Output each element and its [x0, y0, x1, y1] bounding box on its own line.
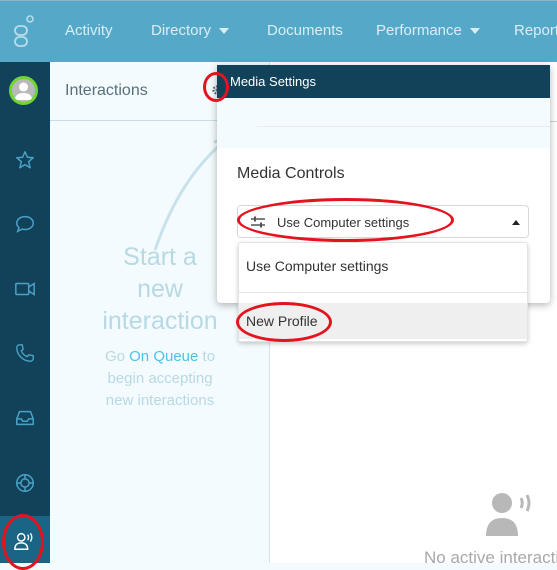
- nav-reports[interactable]: Reports: [514, 22, 557, 39]
- video-camera-icon[interactable]: [9, 273, 41, 305]
- caret-up-icon: [512, 220, 520, 225]
- select-value: Use Computer settings: [277, 215, 410, 230]
- phone-icon[interactable]: [9, 337, 41, 369]
- media-settings-band: [217, 98, 550, 148]
- media-profile-select[interactable]: Use Computer settings: [237, 205, 529, 238]
- empty-sub-text: new interactions: [105, 392, 215, 409]
- empty-sub-text: Go: [104, 348, 130, 365]
- nav-activity-label: Activity: [65, 22, 113, 39]
- nav-performance[interactable]: Performance: [376, 22, 480, 39]
- media-profile-dropdown: Use Computer settings New Profile: [238, 242, 528, 342]
- divider: [257, 126, 550, 127]
- media-settings-header: Media Settings: [217, 65, 550, 98]
- nav-directory-label: Directory: [151, 22, 212, 39]
- sliders-icon: [251, 216, 265, 228]
- person-speaking-icon: [486, 493, 531, 536]
- empty-sub-text: to: [198, 348, 216, 365]
- nav-directory[interactable]: Directory: [151, 22, 230, 39]
- empty-sub-text: begin accepting: [107, 370, 213, 387]
- star-icon[interactable]: [9, 144, 41, 176]
- empty-state-subtitle: Go On Queue to begin accepting new inter…: [50, 346, 270, 412]
- media-controls-label: Media Controls: [237, 165, 345, 182]
- inbox-tray-icon[interactable]: [9, 402, 41, 434]
- no-active-interactions-text: No active interactions: [424, 548, 557, 567]
- media-settings-title: Media Settings: [230, 74, 316, 89]
- panel-title: Interactions: [65, 82, 148, 99]
- nav-performance-label: Performance: [376, 22, 462, 39]
- chat-bubble-icon[interactable]: [9, 208, 41, 240]
- nav-activity[interactable]: Activity: [65, 22, 113, 39]
- nav-documents-label: Documents: [267, 22, 343, 39]
- left-sidebar: [0, 62, 50, 563]
- lifebuoy-icon[interactable]: [9, 467, 41, 499]
- nav-reports-label: Reports: [514, 22, 557, 39]
- caret-down-icon: [219, 28, 230, 35]
- top-navigation-bar: Activity Directory Documents Performance…: [0, 0, 557, 62]
- option-new-profile[interactable]: New Profile: [239, 303, 527, 339]
- caret-down-icon: [469, 28, 480, 35]
- user-avatar-icon[interactable]: [9, 76, 38, 105]
- empty-title-line: interaction: [102, 307, 218, 335]
- option-use-computer-settings[interactable]: Use Computer settings: [239, 243, 527, 293]
- interactions-person-speaking-icon: [14, 532, 33, 550]
- sidebar-item-interactions[interactable]: [0, 516, 50, 563]
- nav-documents[interactable]: Documents: [267, 22, 343, 39]
- genesys-logo-icon[interactable]: [12, 15, 36, 49]
- on-queue-link[interactable]: On Queue: [129, 348, 198, 365]
